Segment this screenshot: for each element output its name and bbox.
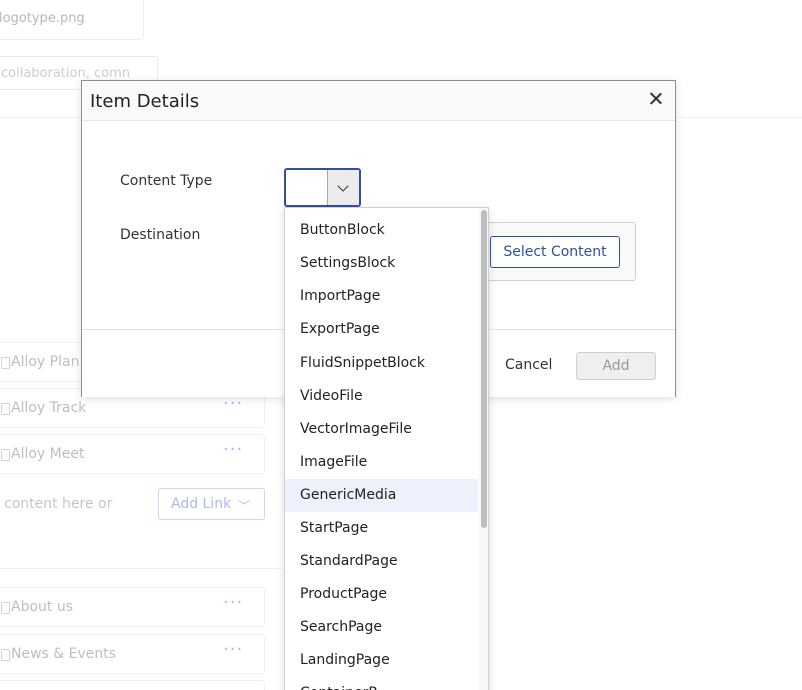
link-item-label: Alloy Meet	[11, 446, 85, 462]
dropdown-option[interactable]: SettingsBlock	[285, 247, 478, 280]
dropdown-option[interactable]: LandingPage	[285, 644, 478, 677]
link-item-label: Alloy Track	[11, 400, 87, 416]
dropdown-option[interactable]: StartPage	[285, 512, 478, 545]
dropdown-option[interactable]: ProductPage	[285, 578, 478, 611]
dropdown-option[interactable]: ExportPage	[285, 313, 478, 346]
tags-input-value: collaboration, comn	[1, 66, 130, 81]
dropdown-option[interactable]: ButtonBlock	[285, 214, 478, 247]
link-item-label: Alloy Plan	[11, 354, 80, 370]
add-button[interactable]: Add	[576, 352, 656, 380]
drop-hint-text: content here or	[4, 496, 113, 512]
close-icon[interactable]	[647, 90, 665, 108]
select-content-button[interactable]: Select Content	[490, 236, 620, 268]
more-options-icon[interactable]: ···	[223, 439, 243, 460]
link-item[interactable]: About us ···	[0, 587, 265, 627]
more-options-icon[interactable]: ···	[223, 639, 243, 660]
dialog-header: Item Details	[82, 81, 675, 121]
page-icon	[1, 403, 10, 415]
chevron-down-icon[interactable]	[328, 170, 359, 205]
divider	[0, 568, 282, 569]
dropdown-option[interactable]: VectorImageFile	[285, 413, 478, 446]
add-link-button[interactable]: Add Link ﹀	[158, 488, 265, 520]
page-icon	[1, 602, 10, 614]
dropdown-option[interactable]: ImageFile	[285, 446, 478, 479]
dropdown-option[interactable]: StandardPage	[285, 545, 478, 578]
link-item[interactable]: Alloy Meet ···	[0, 434, 265, 474]
link-item[interactable]: News & Events ···	[0, 634, 265, 674]
add-link-label: Add Link	[171, 496, 232, 512]
link-item-label: News & Events	[11, 646, 117, 662]
dropdown-option-hovered[interactable]: GenericMedia	[285, 479, 478, 512]
dropdown-option[interactable]: SearchPage	[285, 611, 478, 644]
dialog-title: Item Details	[90, 91, 200, 112]
content-type-label: Content Type	[120, 173, 213, 189]
chevron-down-icon: ﹀	[237, 499, 250, 513]
file-name: logotype.png	[0, 11, 85, 26]
link-item[interactable]	[0, 680, 265, 690]
dropdown-option[interactable]: ImportPage	[285, 280, 478, 313]
more-options-icon[interactable]: ···	[223, 592, 243, 613]
file-card: logotype.png	[0, 0, 144, 40]
content-type-dropdown[interactable]: ButtonBlock SettingsBlock ImportPage Exp…	[284, 207, 489, 690]
page-icon	[1, 357, 10, 369]
dropdown-option[interactable]: VideoFile	[285, 380, 478, 413]
dropdown-option[interactable]: ContainerP...	[285, 677, 478, 690]
page-icon	[1, 649, 10, 661]
scrollbar-thumb[interactable]	[481, 210, 487, 528]
content-type-select[interactable]	[284, 168, 361, 207]
link-item-label: About us	[11, 599, 74, 615]
destination-label: Destination	[120, 227, 201, 243]
page-icon	[1, 449, 10, 461]
dropdown-option[interactable]: FluidSnippetBlock	[285, 347, 478, 380]
cancel-button[interactable]: Cancel	[505, 357, 552, 373]
